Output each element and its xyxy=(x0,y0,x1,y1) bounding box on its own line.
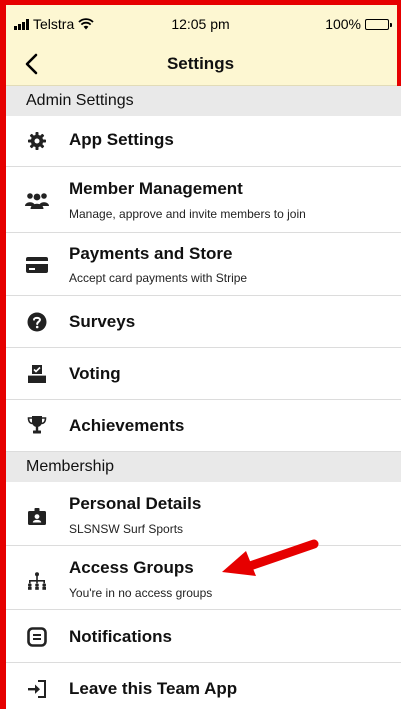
row-subtitle: Manage, approve and invite members to jo… xyxy=(69,207,306,221)
row-member-management[interactable]: Member Management Manage, approve and in… xyxy=(0,167,401,233)
row-subtitle: Accept card payments with Stripe xyxy=(69,271,248,285)
section-header-membership: Membership xyxy=(0,452,401,482)
wifi-icon xyxy=(78,18,94,30)
gear-icon xyxy=(26,130,48,152)
nav-bar: Settings xyxy=(0,43,401,86)
row-surveys[interactable]: Surveys xyxy=(0,296,401,348)
row-achievements[interactable]: Achievements xyxy=(0,400,401,452)
row-subtitle: SLSNSW Surf Sports xyxy=(69,522,184,536)
screen: Telstra 12:05 pm 100% Settings Admin Set… xyxy=(0,0,401,709)
row-app-settings[interactable]: App Settings xyxy=(0,116,401,167)
trophy-icon xyxy=(26,414,48,436)
battery-icon xyxy=(365,18,392,30)
row-title: Surveys xyxy=(69,312,136,331)
page-title: Settings xyxy=(166,54,235,73)
row-title: Member Management xyxy=(69,179,243,198)
carrier-label: Telstra xyxy=(33,16,75,32)
status-bar: Telstra 12:05 pm 100% xyxy=(0,5,401,43)
annotation-border-right xyxy=(397,0,401,86)
row-title: Voting xyxy=(69,364,121,383)
row-voting[interactable]: Voting xyxy=(0,348,401,400)
battery-label: 100% xyxy=(325,16,361,32)
row-title: Leave this Team App xyxy=(69,679,238,698)
row-title: Achievements xyxy=(69,416,185,435)
credit-card-icon xyxy=(26,254,48,276)
section-header-admin: Admin Settings xyxy=(0,86,401,116)
row-title: Personal Details xyxy=(69,494,202,513)
row-notifications[interactable]: Notifications xyxy=(0,610,401,663)
row-subtitle: You're in no access groups xyxy=(69,586,213,600)
question-circle-icon xyxy=(26,311,48,333)
status-right: 100% xyxy=(325,16,392,32)
row-personal-details[interactable]: Personal Details SLSNSW Surf Sports xyxy=(0,482,401,546)
id-badge-icon xyxy=(26,506,48,528)
annotation-border-top xyxy=(0,0,401,5)
chevron-left-icon xyxy=(25,53,38,75)
ballot-box-icon xyxy=(26,363,48,385)
row-access-groups[interactable]: Access Groups You're in no access groups xyxy=(0,546,401,610)
row-title: App Settings xyxy=(69,130,174,149)
row-title: Access Groups xyxy=(69,558,194,577)
org-chart-icon xyxy=(26,570,48,592)
annotation-border-left xyxy=(0,0,6,709)
back-button[interactable] xyxy=(24,51,46,77)
status-left: Telstra xyxy=(14,16,94,32)
row-title: Notifications xyxy=(69,627,172,646)
people-group-icon xyxy=(24,189,50,211)
row-title: Payments and Store xyxy=(69,244,233,263)
sign-out-icon xyxy=(26,678,48,700)
annotation-arrow-icon xyxy=(222,539,319,576)
message-square-icon xyxy=(26,626,48,648)
row-payments-store[interactable]: Payments and Store Accept card payments … xyxy=(0,233,401,296)
signal-icon xyxy=(14,18,29,30)
row-leave-team-app[interactable]: Leave this Team App xyxy=(0,663,401,709)
